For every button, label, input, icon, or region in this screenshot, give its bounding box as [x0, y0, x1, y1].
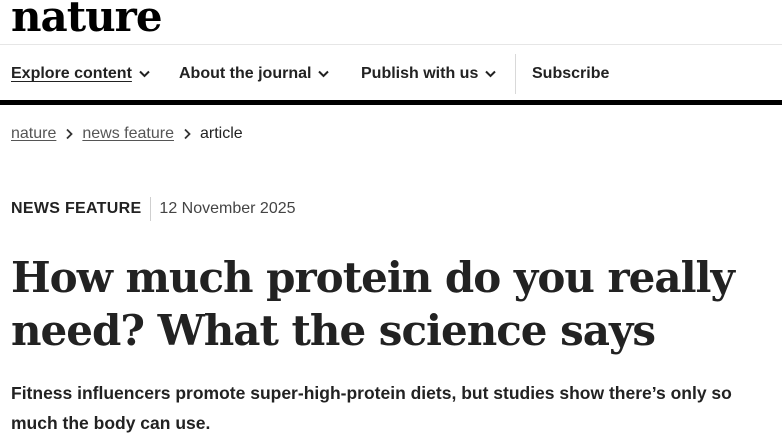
article-type: NEWS FEATURE	[11, 200, 142, 217]
main-nav: Explore content About the journal Publis…	[0, 45, 782, 103]
nav-about-journal-label: About the journal	[179, 65, 312, 82]
subscribe-label: Subscribe	[532, 65, 610, 82]
article-title: How much protein do you really need? Wha…	[11, 253, 735, 355]
meta-divider	[150, 197, 152, 221]
breadcrumb: nature news feature article	[11, 125, 243, 143]
chevron-down-icon	[318, 70, 330, 78]
chevron-right-icon	[65, 128, 74, 140]
nav-publish-with-us[interactable]: Publish with us	[361, 45, 497, 103]
article-standfirst: Fitness influencers promote super-high-p…	[11, 383, 732, 433]
breadcrumb-item-nature[interactable]: nature	[11, 125, 56, 143]
nav-explore-content-label: Explore content	[11, 65, 132, 82]
chevron-right-icon	[183, 128, 191, 140]
nature-logo[interactable]: nature	[11, 0, 163, 46]
breadcrumb-item-news-feature[interactable]: news feature	[82, 125, 174, 143]
chevron-down-icon	[139, 70, 150, 78]
breadcrumb-item-article: article	[199, 125, 243, 142]
nav-explore-content[interactable]: Explore content	[11, 45, 150, 103]
nav-bottom-rule	[0, 100, 782, 105]
nav-about-journal[interactable]: About the journal	[179, 45, 330, 103]
nav-publish-with-us-label: Publish with us	[361, 65, 479, 82]
chevron-down-icon	[485, 70, 497, 78]
article-meta: NEWS FEATURE 12 November 2025	[11, 197, 296, 221]
article-date: 12 November 2025	[159, 200, 296, 217]
nav-separator	[515, 54, 516, 94]
subscribe-link[interactable]: Subscribe	[532, 45, 609, 103]
